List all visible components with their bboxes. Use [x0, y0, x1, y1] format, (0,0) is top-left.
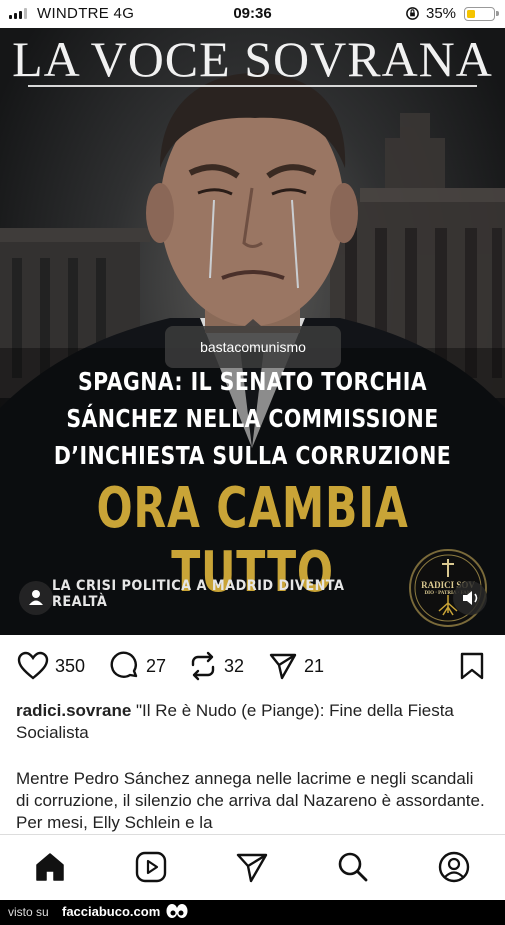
tag-tooltip[interactable]: bastacomunismo — [165, 319, 341, 368]
nav-search[interactable] — [336, 850, 370, 884]
post-caption: radici.sovrane "Il Re è Nudo (e Piange):… — [16, 700, 486, 744]
post-headline: SPAGNA: IL SENATO TORCHIA SÁNCHEZ NELLA … — [45, 363, 459, 474]
nav-reels[interactable] — [134, 850, 168, 884]
search-icon — [338, 852, 368, 882]
comment-action[interactable]: 27 — [110, 651, 166, 681]
footer-site[interactable]: facciabuco.com — [62, 904, 160, 919]
caption-body[interactable]: Mentre Pedro Sánchez annega nelle lacrim… — [16, 768, 486, 834]
masthead-title: LA VOCE SOVRANA — [12, 31, 493, 87]
bookmark-icon — [460, 652, 484, 680]
bottom-nav — [0, 834, 505, 900]
speaker-icon — [463, 591, 478, 605]
status-bar: WINDTRE 4G 09:36 35% — [0, 0, 505, 28]
share-count: 21 — [304, 655, 325, 676]
heart-icon — [17, 651, 49, 680]
caption-username[interactable]: radici.sovrane — [16, 701, 131, 720]
post-image[interactable]: LA VOCE SOVRANA bastacomunismo SPAGNA: I… — [0, 28, 505, 635]
volume-button[interactable] — [453, 581, 487, 615]
nav-profile[interactable] — [437, 850, 471, 884]
masthead-divider — [28, 85, 477, 87]
post-subtitle: LA CRISI POLITICA A MADRID DIVENTA REALT… — [52, 578, 345, 610]
battery-icon — [464, 7, 499, 21]
share-action[interactable]: 21 — [268, 651, 324, 681]
repost-action[interactable]: 32 — [188, 651, 244, 681]
nav-direct[interactable] — [235, 850, 269, 884]
profile-icon — [438, 851, 470, 883]
home-icon — [36, 853, 64, 881]
headline-line: SPAGNA: IL SENATO TORCHIA — [77, 367, 428, 396]
eyes-logo-icon — [166, 904, 188, 918]
user-icon — [29, 590, 43, 605]
nav-home[interactable] — [33, 850, 67, 884]
battery-percent: 35% — [426, 5, 457, 22]
comment-count: 27 — [146, 655, 167, 676]
headline-line: SÁNCHEZ NELLA COMMISSIONE — [66, 404, 439, 433]
watermark-footer: visto su facciabuco.com — [0, 900, 505, 925]
footer-prefix: visto su — [8, 905, 49, 919]
reels-icon — [135, 851, 167, 883]
send-icon — [269, 653, 297, 680]
repost-icon — [191, 651, 215, 681]
headline-line: D’INCHIESTA SULLA CORRUZIONE — [53, 441, 452, 470]
like-action[interactable]: 350 — [17, 651, 85, 681]
like-count: 350 — [55, 655, 86, 676]
rotation-lock-icon — [406, 7, 419, 20]
save-action[interactable] — [459, 651, 485, 681]
send-icon — [236, 853, 268, 883]
repost-count: 32 — [224, 655, 245, 676]
comment-icon — [110, 651, 138, 678]
post-actions: 350 27 32 21 — [0, 635, 505, 695]
tagged-users-button[interactable] — [19, 581, 53, 615]
